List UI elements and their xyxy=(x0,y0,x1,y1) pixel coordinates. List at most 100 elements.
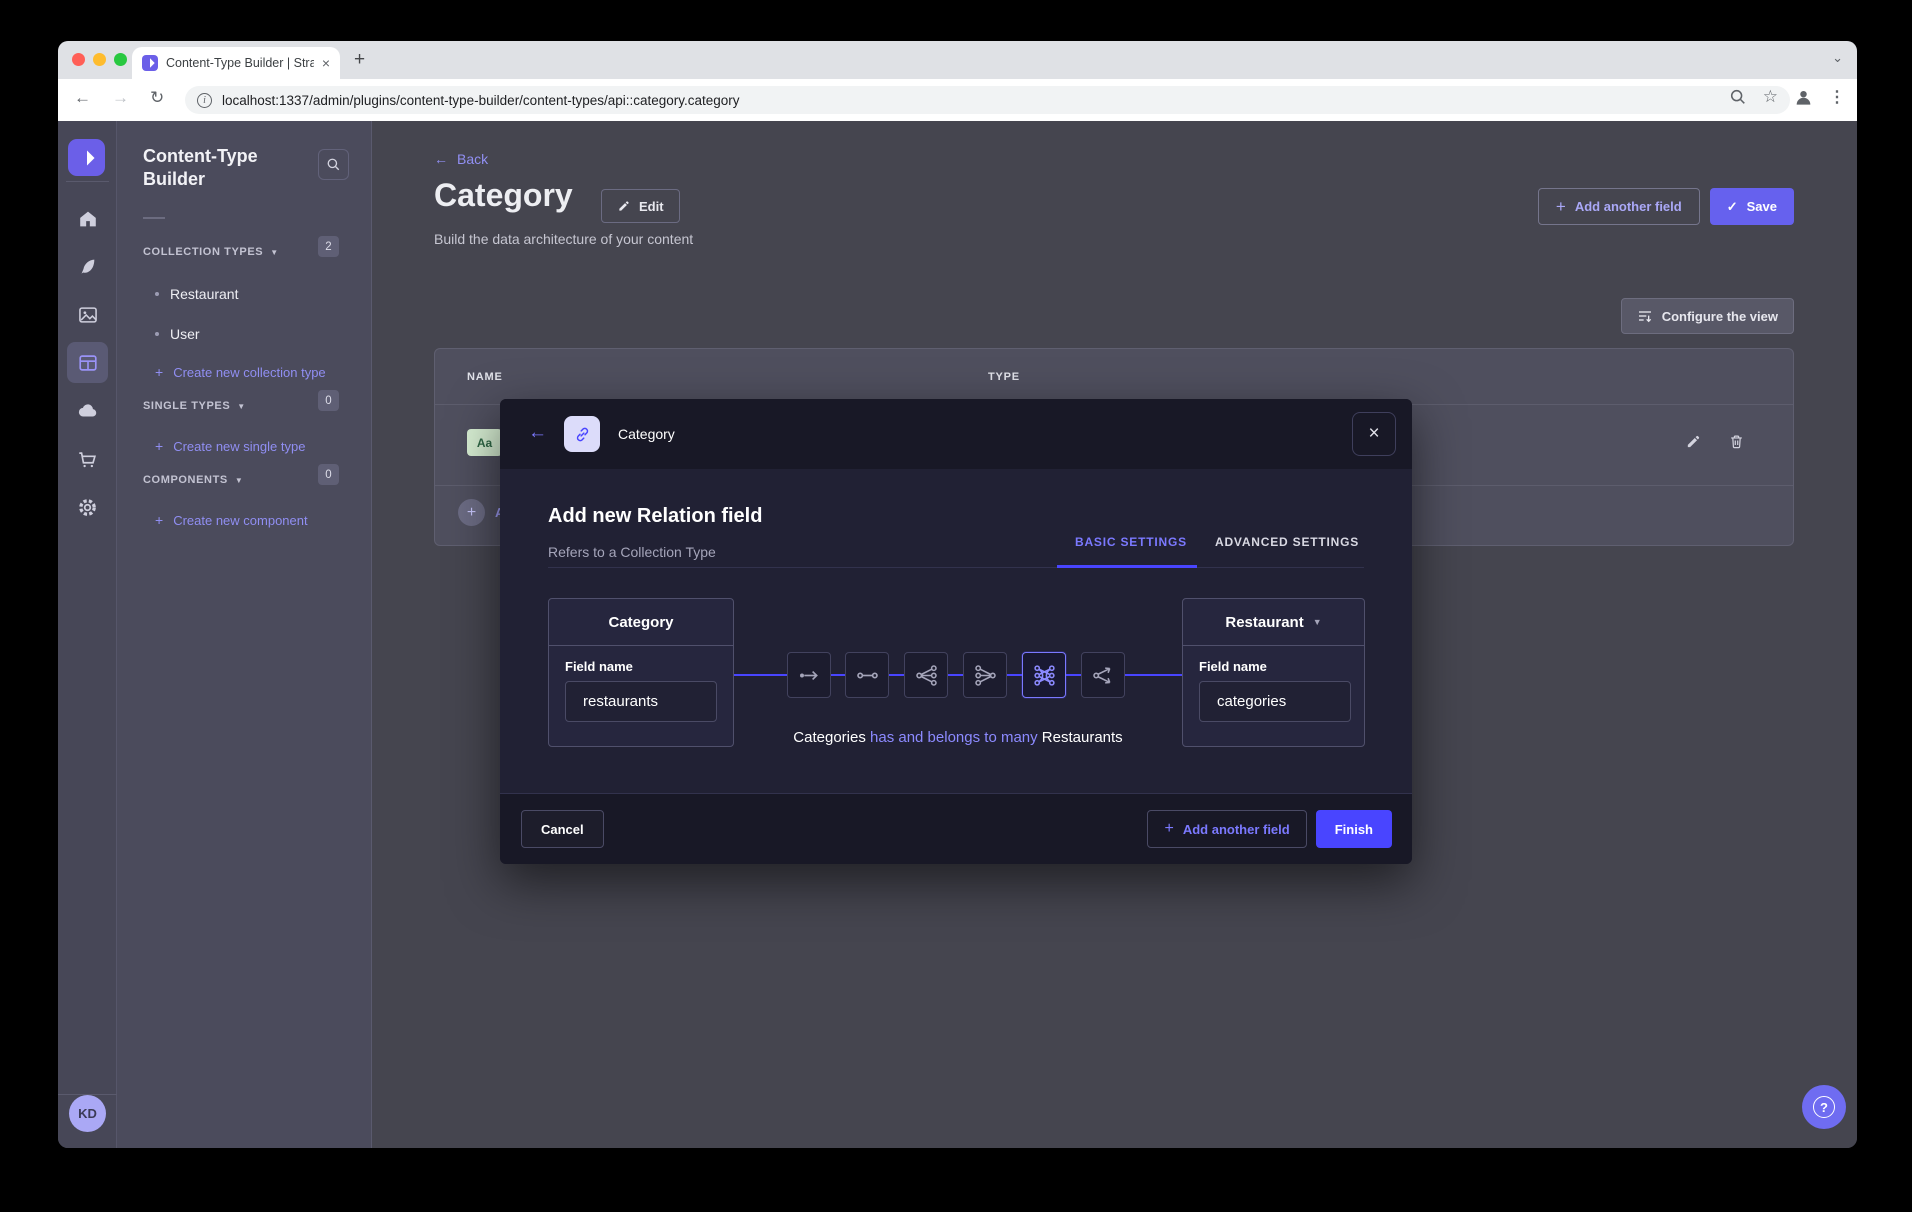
relation-many-to-one-button[interactable] xyxy=(963,652,1007,698)
relation-one-way-button[interactable] xyxy=(787,652,831,698)
edit-row-icon[interactable] xyxy=(1685,433,1702,450)
tab-advanced-settings[interactable]: ADVANCED SETTINGS xyxy=(1215,535,1359,549)
site-info-icon[interactable]: i xyxy=(197,93,212,108)
media-library-icon[interactable] xyxy=(67,294,108,335)
close-icon: × xyxy=(1368,423,1379,445)
browser-window: Content-Type Builder | Strapi × + ⌄ ← → … xyxy=(58,41,1857,1148)
tab-search-chevron-icon[interactable]: ⌄ xyxy=(1832,50,1843,66)
cancel-button[interactable]: Cancel xyxy=(521,810,604,848)
add-another-field-button[interactable]: + Add another field xyxy=(1538,188,1700,225)
content-type-builder-icon[interactable] xyxy=(67,342,108,383)
content-manager-feather-icon[interactable] xyxy=(67,246,108,287)
settings-gear-icon[interactable] xyxy=(67,487,108,528)
page-subtitle: Build the data architecture of your cont… xyxy=(434,231,693,247)
source-field-input[interactable]: restaurants xyxy=(565,681,717,722)
relation-one-to-one-button[interactable] xyxy=(845,652,889,698)
back-icon[interactable]: ← xyxy=(74,88,91,108)
section-components[interactable]: COMPONENTS▼ xyxy=(143,474,243,486)
chevron-down-icon: ▼ xyxy=(270,248,279,257)
zoom-icon[interactable] xyxy=(1729,88,1747,106)
target-field-label: Field name xyxy=(1199,659,1364,674)
address-field[interactable]: i localhost:1337/admin/plugins/content-t… xyxy=(185,86,1790,114)
create-collection-type-link[interactable]: + Create new collection type xyxy=(155,364,326,380)
save-button[interactable]: ✓ Save xyxy=(1710,188,1794,225)
reload-icon[interactable]: ↻ xyxy=(150,88,164,108)
cloud-icon[interactable] xyxy=(67,390,108,431)
bullet-icon xyxy=(155,292,159,296)
relation-many-way-button[interactable] xyxy=(1081,652,1125,698)
browser-tab[interactable]: Content-Type Builder | Strapi × xyxy=(132,47,340,79)
tab-basic-settings[interactable]: BASIC SETTINGS xyxy=(1075,535,1187,549)
user-avatar[interactable]: KD xyxy=(69,1095,106,1132)
section-collection-types[interactable]: COLLECTION TYPES▼ xyxy=(143,246,279,258)
relation-link-icon xyxy=(564,416,600,452)
edit-button[interactable]: Edit xyxy=(601,189,680,223)
relation-one-to-many-button[interactable] xyxy=(904,652,948,698)
chevron-down-icon: ▼ xyxy=(237,402,246,411)
sidebar-item-restaurant[interactable]: Restaurant xyxy=(155,286,238,302)
check-icon: ✓ xyxy=(1727,199,1738,215)
plus-circle-icon: + xyxy=(458,499,485,526)
title-rule xyxy=(143,217,165,219)
source-card-title: Category xyxy=(549,599,733,646)
configure-icon xyxy=(1637,308,1653,324)
section-single-types[interactable]: SINGLE TYPES▼ xyxy=(143,400,246,412)
active-tab-underline xyxy=(1057,565,1197,568)
finish-button[interactable]: Finish xyxy=(1316,810,1392,848)
chevron-down-icon: ▼ xyxy=(1313,617,1322,627)
help-button[interactable]: ? xyxy=(1802,1085,1846,1129)
tab-strip: Content-Type Builder | Strapi × + ⌄ xyxy=(58,41,1857,79)
strapi-favicon-icon xyxy=(142,55,158,71)
minimize-window-button[interactable] xyxy=(93,53,106,66)
relation-target-card: Restaurant ▼ Field name categories xyxy=(1182,598,1365,747)
plus-icon: + xyxy=(1164,820,1173,838)
modal-subtitle: Refers to a Collection Type xyxy=(548,544,716,560)
forward-icon[interactable]: → xyxy=(112,88,129,108)
components-count: 0 xyxy=(318,464,339,485)
target-card-select[interactable]: Restaurant ▼ xyxy=(1183,599,1364,646)
window-controls[interactable] xyxy=(72,53,127,66)
url-text[interactable]: localhost:1337/admin/plugins/content-typ… xyxy=(222,93,740,108)
modal-add-another-field-button[interactable]: + Add another field xyxy=(1147,810,1306,848)
modal-back-icon[interactable]: ← xyxy=(528,422,547,444)
bullet-icon xyxy=(155,332,159,336)
back-arrow-icon: ← xyxy=(434,151,448,167)
source-field-label: Field name xyxy=(565,659,733,674)
bookmark-star-icon[interactable]: ☆ xyxy=(1763,87,1778,107)
modal-footer: Cancel + Add another field Finish xyxy=(500,793,1412,864)
tab-close-icon[interactable]: × xyxy=(322,55,330,71)
pencil-icon xyxy=(617,199,631,213)
nav-rail: KD xyxy=(58,121,117,1148)
modal-breadcrumb: Category xyxy=(618,426,675,442)
create-component-link[interactable]: + Create new component xyxy=(155,512,308,528)
plus-icon: + xyxy=(155,512,163,528)
strapi-logo[interactable] xyxy=(68,139,105,176)
tabs-divider xyxy=(548,567,1364,568)
new-tab-button[interactable]: + xyxy=(354,49,365,71)
relation-modal: ← Category × Add new Relation field Refe… xyxy=(500,399,1412,864)
page-title: Category xyxy=(434,177,573,214)
home-icon[interactable] xyxy=(67,198,108,239)
marketplace-cart-icon[interactable] xyxy=(67,439,108,480)
search-button[interactable] xyxy=(318,149,349,180)
collection-types-count: 2 xyxy=(318,236,339,257)
plus-icon: + xyxy=(1556,197,1566,217)
modal-title: Add new Relation field xyxy=(548,505,762,528)
strapi-admin: KD Content-Type Builder COLLECTION TYPES… xyxy=(58,121,1857,1148)
browser-menu-icon[interactable]: ⋮ xyxy=(1829,87,1845,107)
row-actions xyxy=(1685,433,1745,450)
plugin-title: Content-Type Builder xyxy=(143,145,293,190)
sidebar-item-user[interactable]: User xyxy=(155,326,200,342)
zoom-window-button[interactable] xyxy=(114,53,127,66)
modal-close-button[interactable]: × xyxy=(1352,412,1396,456)
close-window-button[interactable] xyxy=(72,53,85,66)
back-link[interactable]: ← Back xyxy=(434,151,488,167)
target-field-input[interactable]: categories xyxy=(1199,681,1351,722)
create-single-type-link[interactable]: + Create new single type xyxy=(155,438,305,454)
relation-many-to-many-button[interactable] xyxy=(1022,652,1066,698)
chevron-down-icon: ▼ xyxy=(235,476,244,485)
plugin-sidebar: Content-Type Builder COLLECTION TYPES▼ 2… xyxy=(117,121,372,1148)
delete-row-icon[interactable] xyxy=(1728,433,1745,450)
configure-view-button[interactable]: Configure the view xyxy=(1621,298,1794,334)
profile-icon[interactable] xyxy=(1794,88,1813,107)
